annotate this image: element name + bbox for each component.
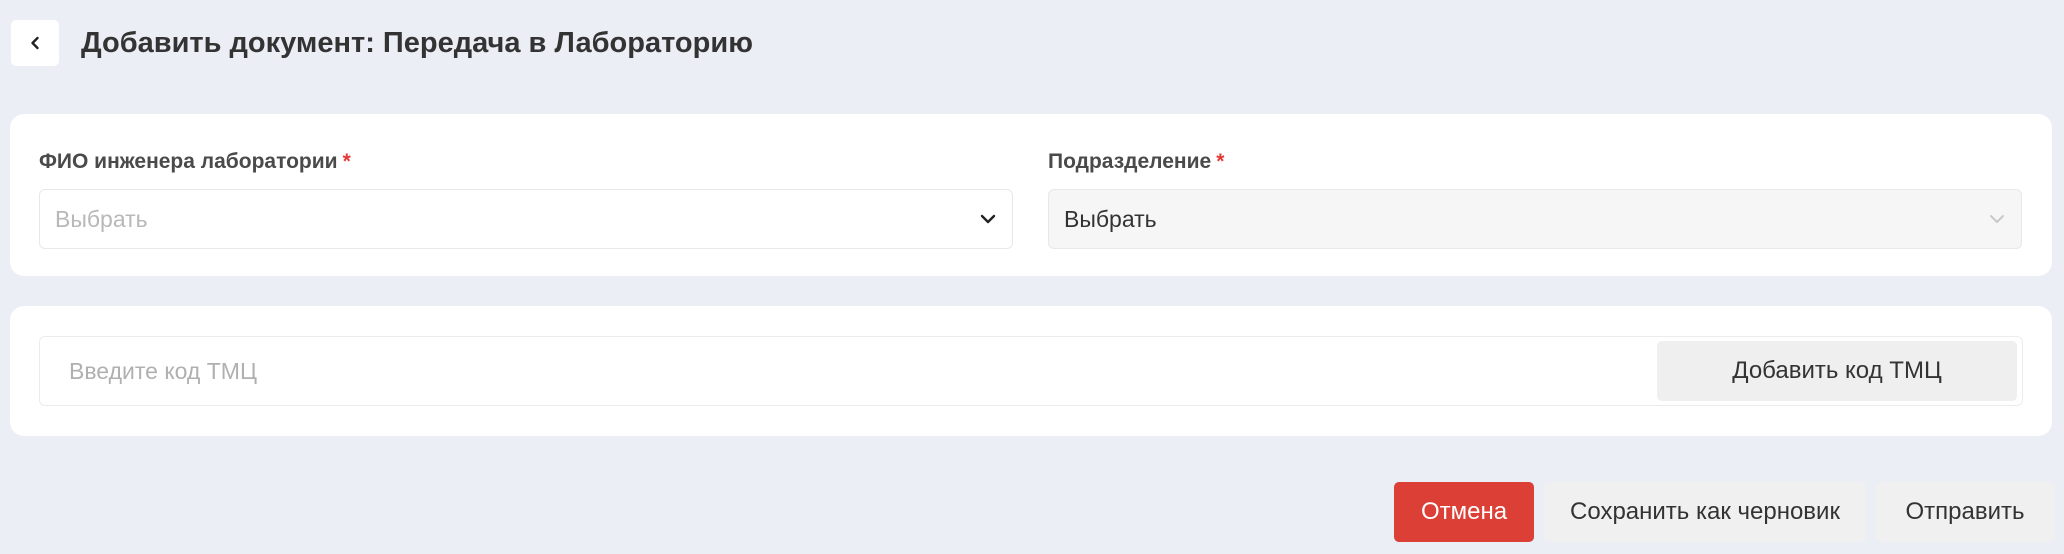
chevron-down-icon xyxy=(980,214,996,224)
department-field: Подразделение * Выбрать xyxy=(1048,150,2022,249)
back-button[interactable] xyxy=(11,20,59,66)
required-mark: * xyxy=(342,150,351,173)
document-form-card: ФИО инженера лаборатории * Выбрать Подраз… xyxy=(10,114,2052,276)
required-mark: * xyxy=(1216,150,1225,173)
tmc-card: Добавить код ТМЦ xyxy=(10,306,2052,436)
chevron-left-icon xyxy=(31,36,39,50)
cancel-button[interactable]: Отмена xyxy=(1394,482,1534,542)
save-draft-button[interactable]: Сохранить как черновик xyxy=(1544,482,1866,542)
chevron-down-icon xyxy=(1990,215,2004,223)
engineer-label-text: ФИО инженера лаборатории xyxy=(39,150,338,173)
engineer-field: ФИО инженера лаборатории * Выбрать xyxy=(39,150,1013,249)
tmc-code-input[interactable] xyxy=(69,357,1569,385)
page-header: Добавить документ: Передача в Лаборатори… xyxy=(11,20,753,66)
engineer-select[interactable]: Выбрать xyxy=(39,189,1013,249)
department-select[interactable]: Выбрать xyxy=(1048,189,2022,249)
add-tmc-code-button[interactable]: Добавить код ТМЦ xyxy=(1657,341,2017,401)
department-label-text: Подразделение xyxy=(1048,150,1212,173)
send-button[interactable]: Отправить xyxy=(1876,482,2054,542)
engineer-select-value: Выбрать xyxy=(55,205,148,232)
form-actions: Отмена Сохранить как черновик Отправить xyxy=(1394,482,2054,542)
department-label: Подразделение * xyxy=(1048,150,2022,176)
engineer-label: ФИО инженера лаборатории * xyxy=(39,150,1013,176)
department-select-value: Выбрать xyxy=(1064,205,1157,232)
page-title: Добавить документ: Передача в Лаборатори… xyxy=(81,26,753,59)
tmc-code-row: Добавить код ТМЦ xyxy=(39,336,2023,406)
